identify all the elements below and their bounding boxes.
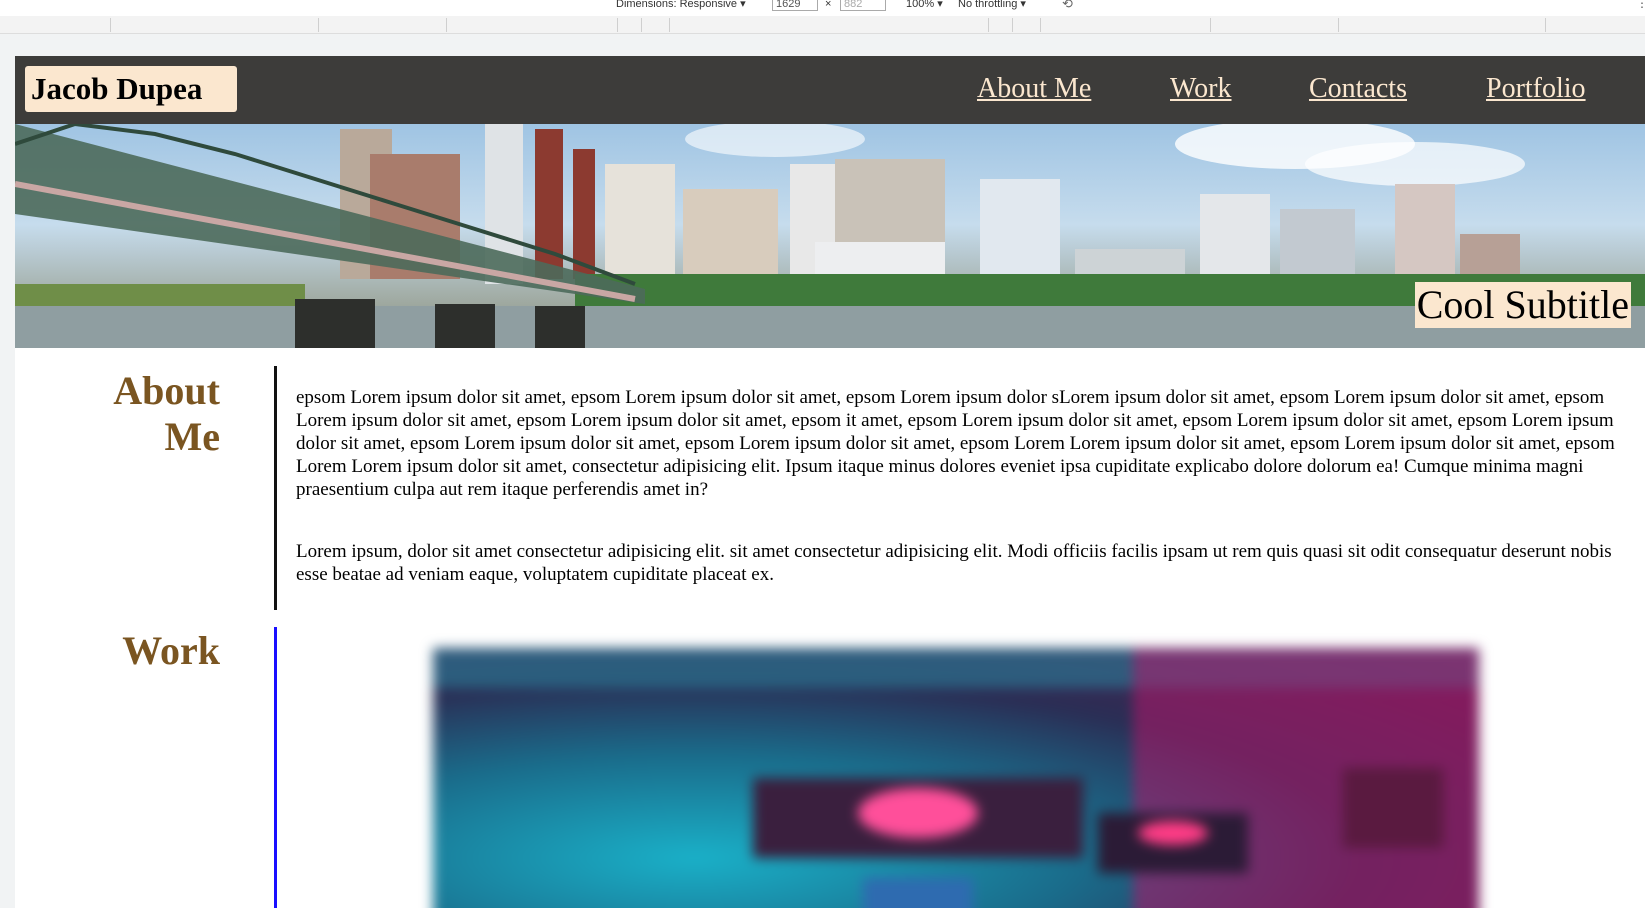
ruler-tick <box>669 18 670 32</box>
ruler-tick <box>988 18 989 32</box>
about-divider <box>274 366 277 610</box>
nav-link-about-me[interactable]: About Me <box>977 73 1091 105</box>
desk-setup-image <box>433 648 1479 908</box>
ruler-tick <box>318 18 319 32</box>
zoom-dropdown[interactable]: 100% ▾ <box>906 0 943 10</box>
about-paragraph: epsom Lorem ipsum dolor sit amet, epsom … <box>296 387 1615 500</box>
devtools-device-toolbar: Dimensions: Responsive ▾ × 100% ▾ No thr… <box>0 0 1645 16</box>
page-viewport: Jacob Dupea About Me Work Contacts Portf… <box>15 56 1645 908</box>
rotate-icon[interactable]: ⟲ <box>1062 0 1073 12</box>
city-skyline-image <box>15 124 1645 348</box>
ruler-tick <box>641 18 642 32</box>
site-header: Jacob Dupea About Me Work Contacts Portf… <box>15 56 1645 124</box>
about-me-heading: About Me <box>113 368 220 459</box>
nav-link-work[interactable]: Work <box>1170 73 1232 105</box>
nav-link-contacts[interactable]: Contacts <box>1309 73 1407 105</box>
work-heading: Work <box>122 628 220 673</box>
ruler-tick <box>1012 18 1013 32</box>
ruler-tick <box>1338 18 1339 32</box>
viewport-height-input[interactable] <box>840 0 886 11</box>
site-logo[interactable]: Jacob Dupea <box>25 66 237 112</box>
ruler-tick <box>1210 18 1211 32</box>
media-query-ruler[interactable] <box>0 16 1645 34</box>
throttling-dropdown[interactable]: No throttling ▾ <box>958 0 1026 10</box>
dimensions-dropdown[interactable]: Dimensions: Responsive ▾ <box>616 0 746 10</box>
ruler-tick <box>1040 18 1041 32</box>
nav-link-portfolio[interactable]: Portfolio <box>1486 73 1586 105</box>
hero-subtitle: Cool Subtitle <box>1414 282 1631 328</box>
ruler-tick <box>1545 18 1546 32</box>
more-options-icon[interactable]: ⋮ <box>1636 0 1645 10</box>
ruler-tick <box>110 18 111 32</box>
dimensions-separator: × <box>825 0 832 10</box>
viewport-width-input[interactable] <box>772 0 818 11</box>
ruler-tick <box>446 18 447 32</box>
hero-banner: Cool Subtitle <box>15 124 1645 348</box>
ruler-tick <box>617 18 618 32</box>
work-project-image[interactable] <box>433 648 1479 908</box>
work-divider <box>274 627 277 908</box>
about-me-content: epsom Lorem ipsum dolor sit amet, epsom … <box>296 386 1636 625</box>
about-paragraph: Lorem ipsum, dolor sit amet consectetur … <box>296 541 1612 585</box>
